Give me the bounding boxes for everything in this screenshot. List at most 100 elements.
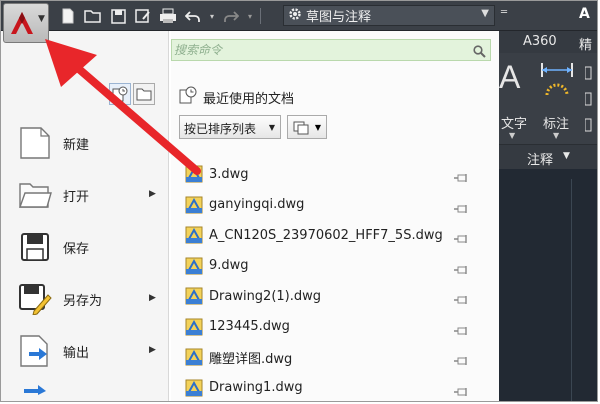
dwg-file-icon bbox=[185, 226, 203, 244]
ribbon-side-icons[interactable] bbox=[584, 63, 593, 135]
view-toggle bbox=[109, 83, 155, 105]
app-menu-commands: 新建 打开 ▶ 保存 另存为 ▶ 输出 ▶ bbox=[1, 31, 169, 401]
recent-file-item[interactable]: ganyingqi.dwg bbox=[185, 190, 475, 221]
application-menu-button[interactable]: ▼ bbox=[3, 3, 49, 43]
recent-files-list: 3.dwg ganyingqi.dwg A_CN120S_23970602_HFF7… bbox=[185, 159, 475, 402]
print-icon[interactable] bbox=[157, 6, 179, 26]
dwg-file-icon bbox=[185, 287, 203, 305]
dwg-file-icon bbox=[185, 379, 203, 397]
pin-icon[interactable] bbox=[453, 199, 469, 218]
command-open[interactable]: 打开 ▶ bbox=[17, 173, 167, 217]
recent-file-item[interactable]: Drawing1.dwg bbox=[185, 373, 475, 402]
quick-access-toolbar: ▾ ▾ bbox=[57, 5, 263, 27]
customize-toolbar-icon[interactable]: ═ bbox=[497, 7, 511, 25]
workspace-selector[interactable]: 草图与注释 ▼ bbox=[283, 5, 495, 26]
recent-documents-icon bbox=[179, 86, 197, 108]
drawing-canvas[interactable] bbox=[499, 169, 597, 401]
saveas-disk-icon bbox=[17, 280, 53, 318]
redo-dropdown-icon[interactable]: ▾ bbox=[245, 6, 255, 26]
dwg-file-icon bbox=[185, 318, 203, 336]
recent-documents-header: 最近使用的文档 bbox=[179, 86, 294, 108]
save-icon[interactable] bbox=[107, 6, 129, 26]
command-save[interactable]: 保存 bbox=[17, 225, 167, 269]
undo-dropdown-icon[interactable]: ▾ bbox=[207, 6, 217, 26]
app-title-letter: A bbox=[579, 6, 590, 22]
dwg-file-icon bbox=[185, 257, 203, 275]
toolbar-separator bbox=[260, 8, 261, 24]
tab-jing[interactable]: 精 bbox=[579, 34, 592, 53]
workspace-label: 草图与注释 bbox=[306, 10, 372, 25]
application-menu: 新建 打开 ▶ 保存 另存为 ▶ 输出 ▶ 搜索命令 最近使用的文档 按已排序列… bbox=[1, 31, 499, 402]
recent-file-item[interactable]: 雕塑详图.dwg bbox=[185, 342, 475, 373]
recent-documents-view-icon[interactable] bbox=[109, 83, 131, 105]
export-icon bbox=[17, 332, 53, 370]
command-new[interactable]: 新建 bbox=[17, 121, 167, 165]
saveas-icon[interactable] bbox=[132, 6, 154, 26]
sort-dropdown[interactable]: 按已排序列表 ▼ bbox=[179, 115, 281, 139]
command-export[interactable]: 输出 ▶ bbox=[17, 329, 167, 373]
next-command-icon bbox=[17, 383, 53, 401]
dwg-file-icon bbox=[185, 165, 203, 183]
pin-icon[interactable] bbox=[453, 168, 469, 187]
recent-file-name: 123445.dwg bbox=[209, 319, 290, 335]
recent-file-name: Drawing1.dwg bbox=[209, 380, 303, 396]
pin-icon[interactable] bbox=[453, 351, 469, 370]
ribbon-panel: A 文字 ▼ 标注 ▼ bbox=[499, 53, 597, 145]
recent-file-item[interactable]: 3.dwg bbox=[185, 159, 475, 190]
dwg-file-icon bbox=[185, 196, 203, 214]
dwg-file-icon bbox=[185, 348, 203, 366]
chevron-down-icon: ▼ bbox=[268, 123, 275, 132]
chevron-down-icon: ▼ bbox=[553, 131, 560, 140]
chevron-down-icon: ▼ bbox=[481, 8, 489, 19]
dimension-tool-label: 标注 bbox=[543, 117, 570, 132]
recent-documents-panel: 最近使用的文档 按已排序列表 ▼ ▼ 3.dwg ganyingqi.dwg A_C… bbox=[171, 31, 499, 402]
annotation-panel-title[interactable]: 注释 ▼ bbox=[499, 145, 597, 169]
pin-icon[interactable] bbox=[453, 229, 469, 248]
command-search-box bbox=[171, 39, 491, 61]
recent-file-item[interactable]: 123445.dwg bbox=[185, 312, 475, 343]
open-documents-view-icon[interactable] bbox=[133, 83, 155, 105]
open-folder-icon bbox=[17, 176, 53, 214]
new-icon[interactable] bbox=[57, 6, 79, 26]
command-next[interactable] bbox=[17, 383, 167, 401]
undo-icon[interactable] bbox=[182, 6, 204, 26]
save-disk-icon bbox=[17, 228, 53, 266]
gear-icon bbox=[288, 7, 302, 25]
new-document-icon bbox=[17, 124, 53, 162]
pin-icon[interactable] bbox=[453, 260, 469, 279]
submenu-arrow-icon: ▶ bbox=[149, 189, 156, 199]
chevron-down-icon: ▼ bbox=[509, 131, 516, 140]
recent-file-name: 9.dwg bbox=[209, 258, 249, 274]
pin-icon[interactable] bbox=[453, 290, 469, 309]
open-icon[interactable] bbox=[82, 6, 104, 26]
recent-file-item[interactable]: A_CN120S_23970602_HFF7_5S.dwg bbox=[185, 220, 475, 251]
search-input[interactable] bbox=[174, 41, 470, 59]
command-label: 输出 bbox=[63, 345, 90, 361]
dimension-tool-button[interactable]: 标注 ▼ bbox=[537, 61, 577, 140]
submenu-arrow-icon: ▶ bbox=[149, 293, 156, 303]
chevron-down-icon: ▼ bbox=[314, 123, 321, 132]
dimension-tool-icon bbox=[539, 61, 575, 105]
recent-file-name: A_CN120S_23970602_HFF7_5S.dwg bbox=[209, 227, 443, 243]
sort-label: 按已排序列表 bbox=[184, 122, 257, 136]
recent-file-item[interactable]: 9.dwg bbox=[185, 251, 475, 282]
application-window: ▾ ▾ 草图与注释 ▼ ═ A ▼ A360 精 A 文字 ▼ 标注 ▼ 注释 … bbox=[0, 0, 598, 402]
recent-file-name: Drawing2(1).dwg bbox=[209, 288, 322, 304]
annotation-panel-label: 注释 bbox=[527, 153, 554, 168]
command-label: 打开 bbox=[63, 189, 90, 205]
chevron-down-icon: ▼ bbox=[38, 14, 45, 24]
search-icon[interactable] bbox=[473, 43, 486, 62]
pin-icon[interactable] bbox=[453, 321, 469, 340]
text-tool-label: 文字 bbox=[501, 117, 528, 132]
recent-file-item[interactable]: Drawing2(1).dwg bbox=[185, 281, 475, 312]
command-label: 另存为 bbox=[63, 293, 103, 309]
text-tool-button[interactable]: A 文字 ▼ bbox=[499, 59, 531, 140]
recent-file-name: 雕塑详图.dwg bbox=[209, 351, 293, 367]
tab-a360[interactable]: A360 bbox=[523, 34, 557, 49]
command-save-as[interactable]: 另存为 ▶ bbox=[17, 277, 167, 321]
display-mode-dropdown[interactable]: ▼ bbox=[287, 115, 327, 139]
autocad-logo-icon bbox=[10, 11, 34, 39]
redo-icon[interactable] bbox=[220, 6, 242, 26]
pin-icon[interactable] bbox=[453, 382, 469, 401]
ribbon-tabs: A360 精 bbox=[499, 31, 597, 53]
